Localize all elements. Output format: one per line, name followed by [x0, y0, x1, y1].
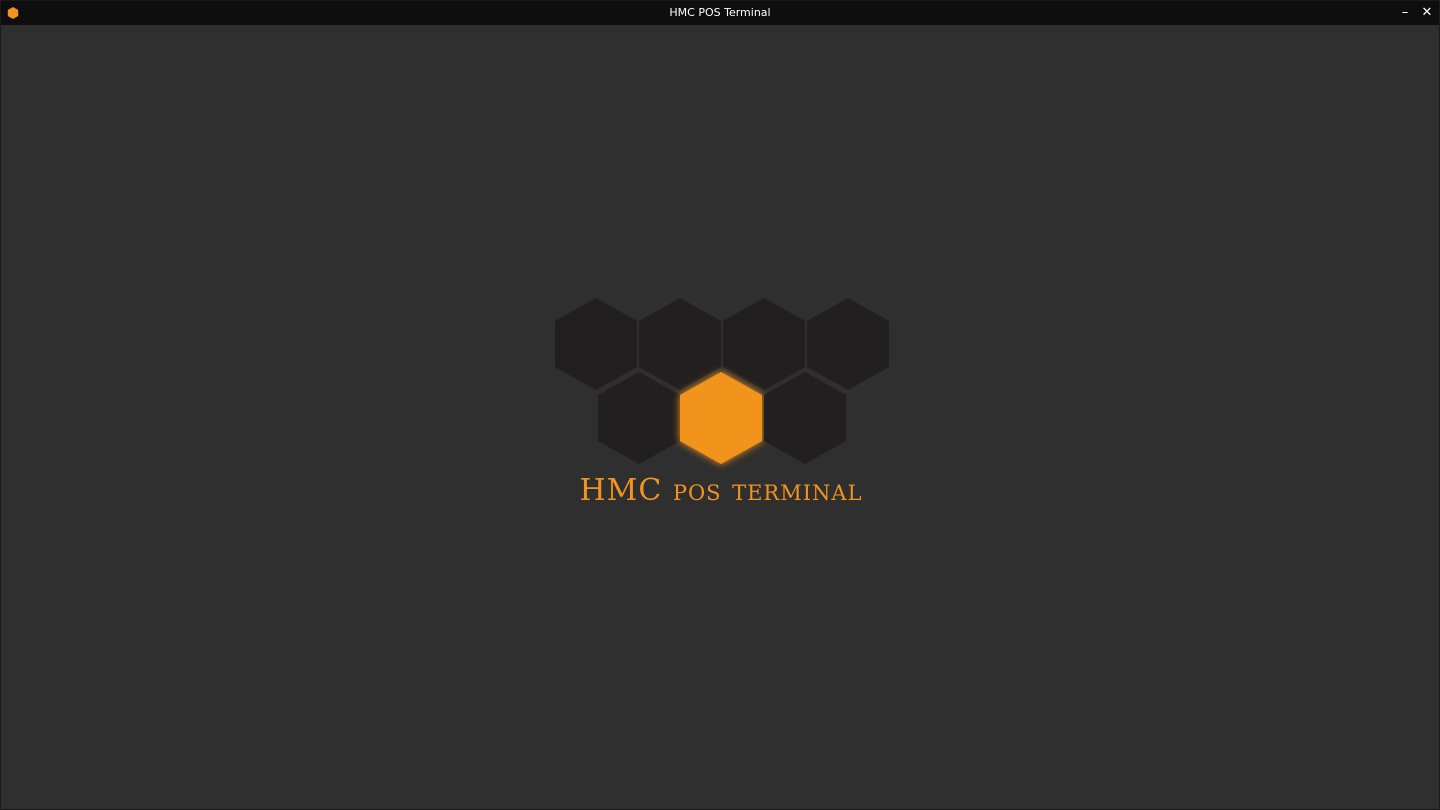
window-title: HMC POS Terminal — [669, 6, 771, 19]
hex-cell — [807, 298, 889, 390]
honeycomb-logo — [555, 298, 889, 464]
minimize-button[interactable]: – — [1394, 1, 1416, 25]
hex-cell-highlight — [680, 372, 762, 464]
logo-text: HMC pos terminal — [579, 473, 863, 508]
close-button[interactable]: ✕ — [1416, 1, 1438, 25]
title-bar[interactable]: HMC POS Terminal – ✕ — [1, 1, 1439, 25]
hex-cell — [639, 298, 721, 390]
hex-cell — [764, 372, 846, 464]
app-window: HMC POS Terminal – ✕ HMC pos terminal — [0, 0, 1440, 810]
hex-cell — [723, 298, 805, 390]
hex-cell — [555, 298, 637, 390]
hex-cell — [598, 372, 680, 464]
